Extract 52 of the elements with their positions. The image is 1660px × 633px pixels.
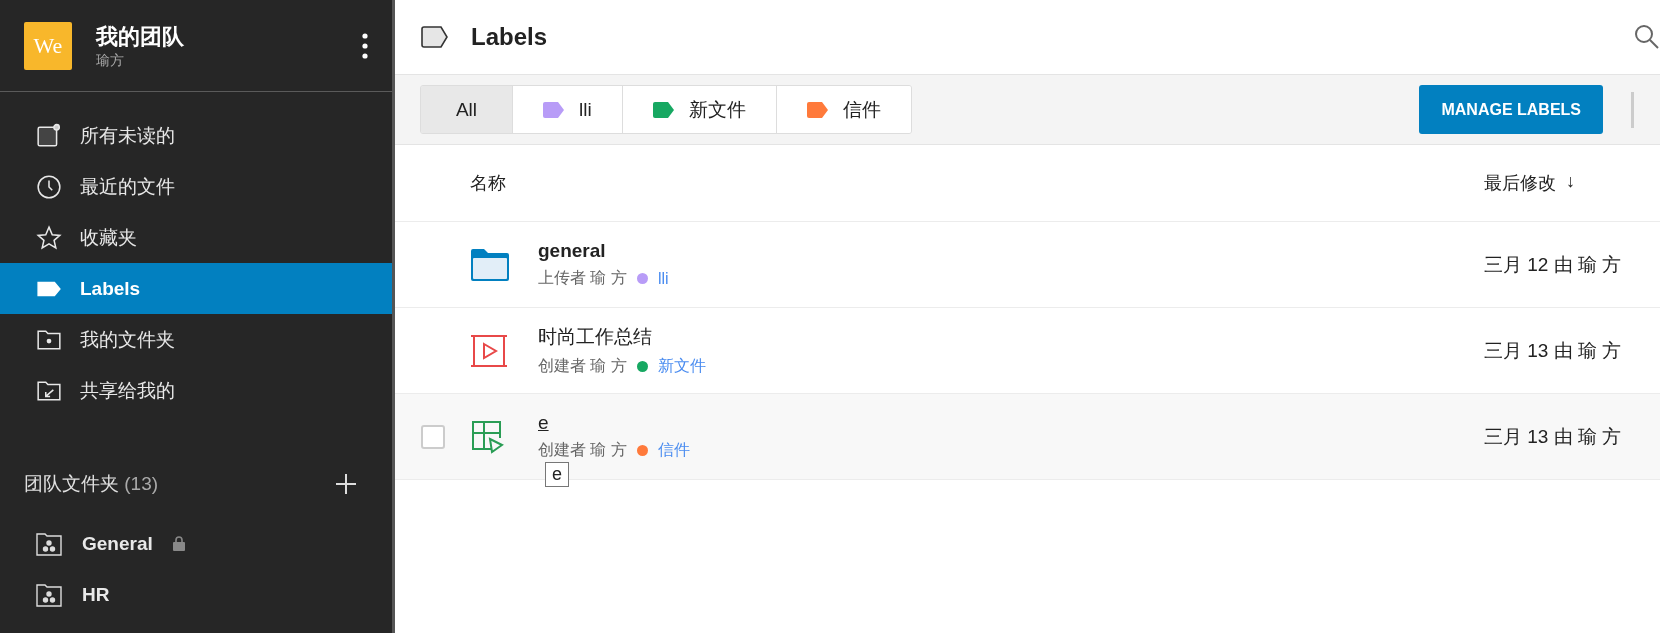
sort-arrow[interactable]: ↓: [1566, 171, 1575, 195]
team-folder-item[interactable]: General: [0, 518, 392, 569]
filter-tab[interactable]: lli: [512, 86, 622, 133]
nav-item[interactable]: 我的文件夹: [0, 314, 392, 365]
team-folder-icon: [36, 582, 62, 607]
file-name[interactable]: general: [538, 240, 606, 262]
nav-label: 最近的文件: [80, 174, 175, 199]
file-name[interactable]: 时尚工作总结: [538, 324, 652, 350]
team-folder-icon: [36, 531, 62, 556]
row-checkbox[interactable]: [420, 424, 445, 449]
filter-tab[interactable]: All: [421, 86, 512, 133]
team-folder-item[interactable]: HR: [0, 569, 392, 620]
label-icon: [421, 26, 449, 48]
nav-label: Labels: [80, 277, 141, 300]
nav-item[interactable]: Labels: [0, 263, 392, 314]
filter-tab[interactable]: 新文件: [621, 86, 776, 133]
nav-item[interactable]: 最近的文件: [0, 161, 392, 212]
spreadsheet-file-icon: [470, 418, 506, 455]
file-meta: 创建者 瑜 方: [538, 440, 627, 460]
file-meta: 创建者 瑜 方: [538, 356, 627, 376]
more-icon[interactable]: [362, 32, 368, 59]
filter-tab[interactable]: 信件: [775, 86, 911, 133]
team-folder-label: General: [82, 532, 153, 555]
folder-icon: [470, 247, 510, 282]
manage-labels-button[interactable]: MANAGE LABELS: [1419, 85, 1603, 134]
nav-label: 共享给我的: [80, 378, 175, 403]
user-name: 瑜方: [96, 51, 125, 70]
nav-item[interactable]: 收藏夹: [0, 212, 392, 263]
add-icon[interactable]: [336, 474, 356, 494]
star-icon: [36, 224, 62, 251]
nav-item[interactable]: 共享给我的: [0, 365, 392, 416]
file-name[interactable]: e: [538, 412, 549, 434]
modified-cell-text: 三月 12 由 瑜 方: [1484, 252, 1623, 277]
team-logo: We: [24, 21, 72, 70]
tooltip: e: [545, 462, 569, 487]
team-folder-label: HR: [82, 583, 110, 606]
nav-label: 所有未读的: [80, 123, 175, 148]
unread-icon: [36, 122, 62, 149]
nav-label: 我的文件夹: [80, 327, 175, 352]
video-file-icon: [470, 333, 508, 368]
page-title: Labels: [471, 23, 549, 51]
column-header[interactable]: 名称: [470, 171, 1484, 195]
team-name: 我的团队: [96, 22, 185, 51]
section-title: 团队文件夹 (13): [24, 472, 159, 496]
file-meta: 上传者 瑜 方: [538, 268, 627, 288]
nav-label: 收藏夹: [80, 225, 137, 250]
search-icon[interactable]: [1634, 24, 1660, 50]
nav-item[interactable]: 所有未读的: [0, 110, 392, 161]
clock-icon: [36, 173, 62, 200]
modified-cell-text: 三月 13 由 瑜 方: [1484, 424, 1623, 449]
column-header[interactable]: 最后修改: [1484, 171, 1556, 195]
modified-cell-text: 三月 13 由 瑜 方: [1484, 338, 1623, 363]
